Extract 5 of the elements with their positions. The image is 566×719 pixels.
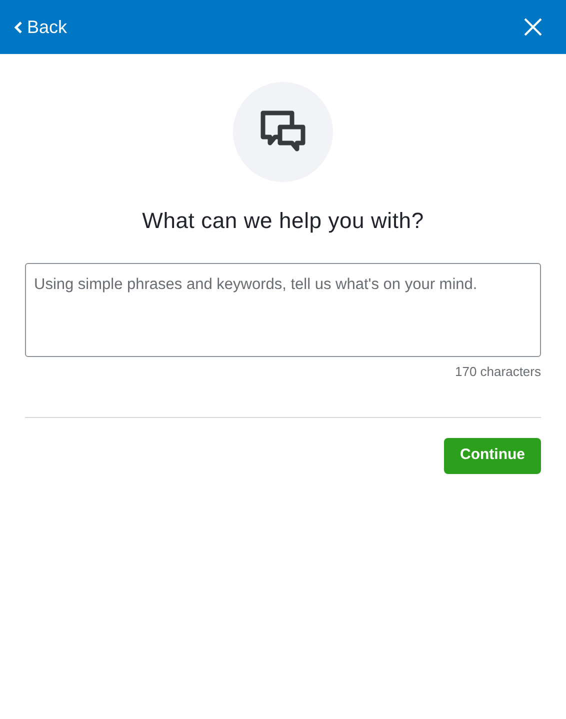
- continue-button[interactable]: Continue: [444, 438, 541, 474]
- page-title: What can we help you with?: [142, 207, 424, 235]
- question-field[interactable]: Using simple phrases and keywords, tell us what's on your mind.: [25, 263, 541, 357]
- character-counter: 170 characters: [455, 363, 541, 381]
- back-button[interactable]: Back: [14, 14, 68, 40]
